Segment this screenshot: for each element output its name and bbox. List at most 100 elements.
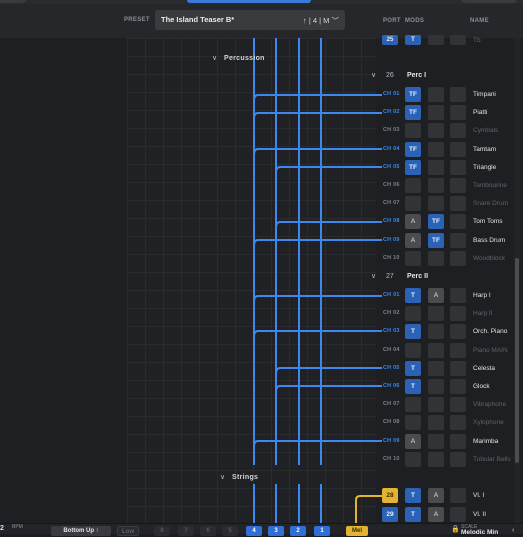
group-header-perc-1[interactable]: ∨ 26 Perc I <box>371 71 507 83</box>
channel-row[interactable]: CH 05 TF Triangle <box>376 159 516 177</box>
mod-button[interactable] <box>428 433 444 449</box>
mod-button[interactable]: A <box>428 288 444 303</box>
mod-button[interactable] <box>428 342 444 358</box>
chevron-down-icon[interactable]: ∨ <box>371 272 376 280</box>
step-button[interactable]: 4 <box>246 526 262 536</box>
mod-button[interactable] <box>405 250 421 266</box>
mod-button[interactable]: T <box>405 360 421 376</box>
channel-row[interactable]: CH 10 Woodblock <box>376 250 516 268</box>
channel-row[interactable]: CH 07 Snare Drum <box>376 195 516 213</box>
mod-button[interactable] <box>428 451 444 467</box>
port-badge[interactable]: 25 <box>382 35 398 45</box>
mod-button[interactable] <box>428 123 444 139</box>
channel-row[interactable]: CH 01 TF Timpani <box>376 86 516 104</box>
mod-button[interactable] <box>450 196 466 212</box>
channel-row[interactable]: CH 03 Cymbals <box>376 122 516 140</box>
mod-button[interactable] <box>428 250 444 266</box>
step-button[interactable]: 8 <box>154 526 170 536</box>
mod-button[interactable]: T <box>405 379 421 394</box>
channel-row[interactable]: CH 08 A TF Tom Toms <box>376 213 516 231</box>
mod-button[interactable]: A <box>405 232 421 248</box>
channel-row[interactable]: CH 04 TF Tamtam <box>376 141 516 159</box>
mod-button[interactable] <box>450 342 466 358</box>
mod-button[interactable] <box>450 451 466 467</box>
section-header-strings[interactable]: Strings <box>232 474 258 481</box>
mod-button[interactable] <box>450 232 466 248</box>
mod-button[interactable]: TF <box>405 87 421 102</box>
mod-button[interactable] <box>428 35 444 45</box>
mod-button[interactable] <box>428 397 444 413</box>
mod-button[interactable] <box>428 141 444 157</box>
chevron-down-icon[interactable]: ∨ <box>220 473 225 481</box>
channel-row-strings-2[interactable]: 29 T A Vl. II <box>376 506 516 524</box>
mod-button[interactable] <box>450 35 466 45</box>
section-header-percussion[interactable]: Percussion <box>224 55 265 62</box>
mod-button[interactable] <box>428 105 444 121</box>
mod-button[interactable] <box>450 87 466 102</box>
group-header-perc-2[interactable]: ∨ 27 Perc II <box>371 272 507 284</box>
mod-button[interactable] <box>450 488 466 503</box>
mod-button[interactable] <box>450 324 466 340</box>
mod-button[interactable] <box>428 415 444 431</box>
mod-button[interactable] <box>450 288 466 303</box>
mod-button[interactable]: T <box>405 488 421 503</box>
mod-button[interactable]: A <box>405 433 421 449</box>
low-button[interactable]: Low <box>117 526 139 536</box>
mod-button[interactable] <box>450 159 466 175</box>
mod-button[interactable] <box>428 87 444 102</box>
mod-button[interactable]: TF <box>428 232 444 248</box>
mod-button[interactable]: A <box>405 214 421 230</box>
mod-button[interactable] <box>450 415 466 431</box>
mod-button[interactable] <box>450 433 466 449</box>
mod-button[interactable]: T <box>405 288 421 303</box>
mod-button[interactable]: TF <box>405 141 421 157</box>
channel-row[interactable]: CH 08 Xylophone <box>376 414 516 432</box>
order-mode-button[interactable]: Bottom Up ↑ <box>51 526 111 536</box>
channel-row[interactable]: CH 02 Harp II <box>376 305 516 323</box>
channel-row[interactable]: CH 04 Piano MAIN <box>376 342 516 360</box>
mod-button[interactable]: A <box>428 507 444 522</box>
step-button[interactable]: 7 <box>178 526 194 536</box>
mod-button[interactable] <box>450 123 466 139</box>
channel-row[interactable]: CH 06 T Glock <box>376 378 516 396</box>
mod-button[interactable] <box>450 397 466 413</box>
mod-button[interactable] <box>450 379 466 394</box>
mod-button[interactable] <box>450 178 466 193</box>
mod-button[interactable]: TF <box>428 214 444 230</box>
mod-button[interactable] <box>428 196 444 212</box>
mod-button[interactable] <box>450 214 466 230</box>
mel-button[interactable]: Mel <box>346 526 368 536</box>
mod-button[interactable] <box>405 415 421 431</box>
mod-button[interactable] <box>405 397 421 413</box>
channel-row[interactable]: CH 09 A Marimba <box>376 433 516 451</box>
mod-button[interactable] <box>428 324 444 340</box>
mod-button[interactable] <box>405 306 421 322</box>
channel-row[interactable]: CH 01 T A Harp I <box>376 287 516 305</box>
port-badge[interactable]: 28 <box>382 488 398 503</box>
lock-icon[interactable]: 🔒 <box>451 525 460 533</box>
mod-button[interactable]: T <box>405 35 421 45</box>
mod-button[interactable] <box>428 379 444 394</box>
step-button[interactable]: 3 <box>268 526 284 536</box>
mod-button[interactable] <box>450 141 466 157</box>
mod-button[interactable] <box>405 123 421 139</box>
channel-row[interactable]: CH 05 T Celesta <box>376 360 516 378</box>
channel-row[interactable]: CH 06 Tambourine <box>376 177 516 195</box>
mod-button[interactable] <box>405 451 421 467</box>
mod-button[interactable] <box>450 306 466 322</box>
mod-button[interactable] <box>405 342 421 358</box>
channel-row[interactable]: CH 10 Tubular Bells <box>376 451 516 469</box>
channel-row-top-partial[interactable]: 25 T Tb <box>376 33 516 51</box>
channel-row[interactable]: CH 02 TF Piatti <box>376 104 516 122</box>
step-button[interactable]: 5 <box>222 526 238 536</box>
mod-button[interactable] <box>405 178 421 193</box>
mod-button[interactable]: T <box>405 324 421 340</box>
mod-button[interactable] <box>450 250 466 266</box>
mod-button[interactable] <box>450 507 466 522</box>
channel-row[interactable]: CH 07 Vibraphone <box>376 396 516 414</box>
mod-button[interactable] <box>405 196 421 212</box>
mod-button[interactable]: A <box>428 488 444 503</box>
mod-button[interactable]: TF <box>405 105 421 121</box>
mod-button[interactable] <box>450 360 466 376</box>
port-badge[interactable]: 29 <box>382 507 398 522</box>
